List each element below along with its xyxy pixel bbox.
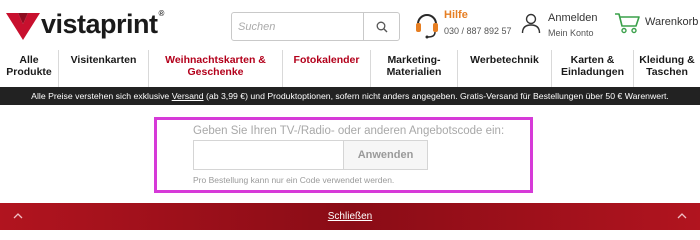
cart-label: Warenkorb	[645, 16, 699, 28]
price-notice-bar: Alle Preise verstehen sich exklusive Ver…	[0, 87, 700, 105]
account-menu[interactable]: Anmelden Mein Konto	[520, 12, 598, 40]
nav-item-weihnachtskarten[interactable]: Weihnachtskarten & Geschenke	[149, 50, 283, 87]
nav-item-visitenkarten[interactable]: Visitenkarten	[59, 50, 149, 87]
notice-text-before: Alle Preise verstehen sich exklusive	[31, 91, 172, 101]
nav-item-marketing-materialien[interactable]: Marketing- Materialien	[371, 50, 458, 87]
cart-link[interactable]: Warenkorb	[614, 11, 698, 35]
nav-item-werbetechnik[interactable]: Werbetechnik	[458, 50, 552, 87]
promo-code-box: Geben Sie Ihren TV-/Radio- oder anderen …	[154, 117, 533, 193]
user-icon	[521, 13, 541, 34]
search-input[interactable]	[232, 13, 363, 40]
cart-icon	[615, 13, 640, 34]
account-title: Anmelden	[548, 12, 598, 24]
apply-button[interactable]: Anwenden	[344, 140, 428, 170]
help-title: Hilfe	[444, 9, 468, 21]
notice-text-after: (ab 3,99 €) und Produktoptionen, sofern …	[203, 91, 669, 101]
promo-code-input[interactable]	[193, 140, 344, 170]
main-nav: Alle Produkte Visitenkarten Weihnachtska…	[0, 50, 700, 87]
headset-icon	[416, 14, 438, 39]
nav-item-karten-einladungen[interactable]: Karten & Einladungen	[552, 50, 634, 87]
vistaprint-logo[interactable]: vistaprint®	[6, 8, 164, 42]
help-contact[interactable]: Hilfe 030 / 887 892 57	[414, 9, 512, 41]
nav-item-alle-produkte[interactable]: Alle Produkte	[0, 50, 59, 87]
promo-code-label: Geben Sie Ihren TV-/Radio- oder anderen …	[193, 125, 505, 137]
nav-item-kleidung-taschen[interactable]: Kleidung & Taschen	[634, 50, 700, 87]
site-header: vistaprint® Hilfe 030 / 887 892 57	[0, 0, 700, 50]
logo-mark-icon	[6, 13, 40, 40]
close-link[interactable]: Schließen	[0, 211, 700, 222]
chevron-up-icon	[677, 213, 687, 219]
account-subtitle: Mein Konto	[548, 28, 594, 38]
search-icon	[376, 21, 387, 32]
close-bar: Schließen	[0, 203, 700, 230]
promo-code-panel: Geben Sie Ihren TV-/Radio- oder anderen …	[0, 105, 700, 203]
help-phone: 030 / 887 892 57	[444, 26, 512, 36]
logo-text: vistaprint®	[41, 8, 164, 39]
search-box	[231, 12, 400, 41]
promo-code-note: Pro Bestellung kann nur ein Code verwend…	[193, 175, 395, 185]
search-button[interactable]	[363, 13, 399, 40]
versand-link[interactable]: Versand	[172, 91, 204, 101]
nav-item-fotokalender[interactable]: Fotokalender	[283, 50, 371, 87]
